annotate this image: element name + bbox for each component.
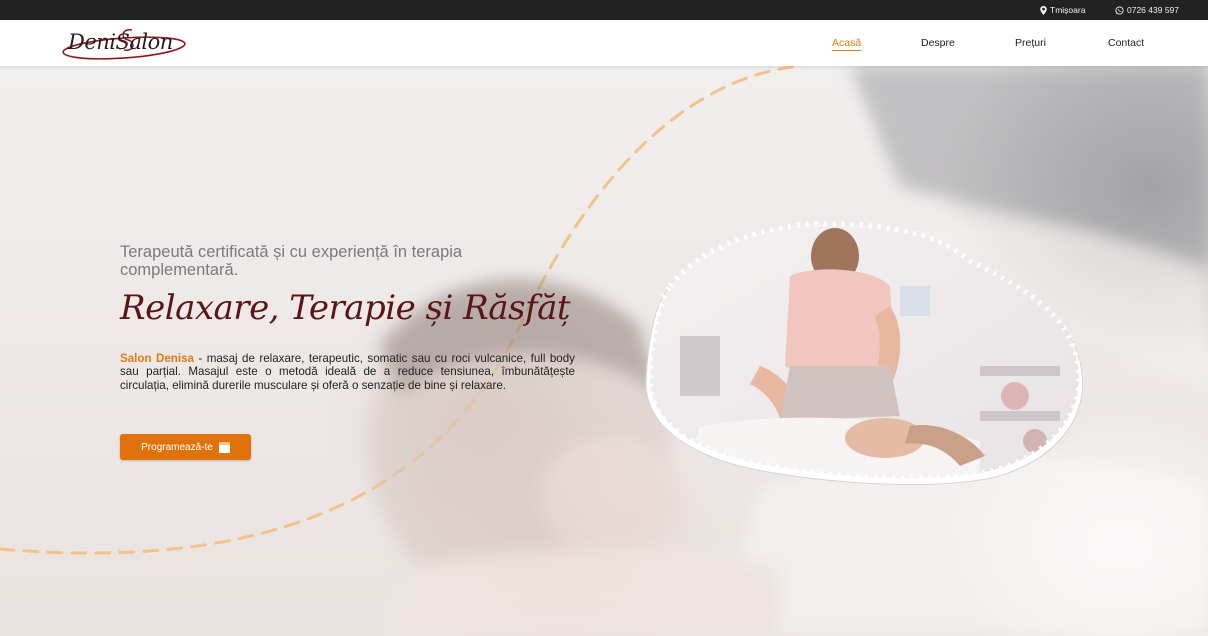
site-header: DeniSalon Acasă Despre Prețuri Contact (0, 20, 1208, 66)
hero-headline: Relaxare, Terapie și Răsfăț (120, 288, 571, 328)
location-info[interactable]: Tmișoara (1040, 0, 1085, 20)
phone-info[interactable]: 0726 439 597 (1115, 0, 1179, 20)
hero-subtitle: Terapeută certificată și cu experiență î… (120, 243, 463, 279)
nav-about[interactable]: Despre (921, 37, 955, 49)
massage-photo-cutout (645, 221, 1084, 486)
book-appointment-label: Programează-te (141, 441, 213, 453)
hero-section: Terapeută certificată și cu experiență î… (0, 66, 1208, 636)
hero-description: Salon Denisa - masaj de relaxare, terape… (120, 352, 575, 392)
logo-text: DeniSalon (68, 30, 173, 54)
nav-contact[interactable]: Contact (1108, 37, 1144, 49)
calendar-icon (218, 441, 230, 453)
logo[interactable]: DeniSalon (62, 24, 192, 62)
phone-text: 0726 439 597 (1127, 5, 1179, 15)
location-text: Tmișoara (1050, 5, 1086, 15)
brand-name: Salon Denisa (120, 352, 194, 365)
whatsapp-icon (1115, 5, 1124, 15)
map-pin-icon (1040, 5, 1047, 15)
nav-prices[interactable]: Prețuri (1015, 37, 1046, 49)
top-info-bar: Tmișoara 0726 439 597 (0, 0, 1208, 20)
book-appointment-button[interactable]: Programează-te (120, 434, 251, 460)
nav-home[interactable]: Acasă (832, 37, 862, 51)
